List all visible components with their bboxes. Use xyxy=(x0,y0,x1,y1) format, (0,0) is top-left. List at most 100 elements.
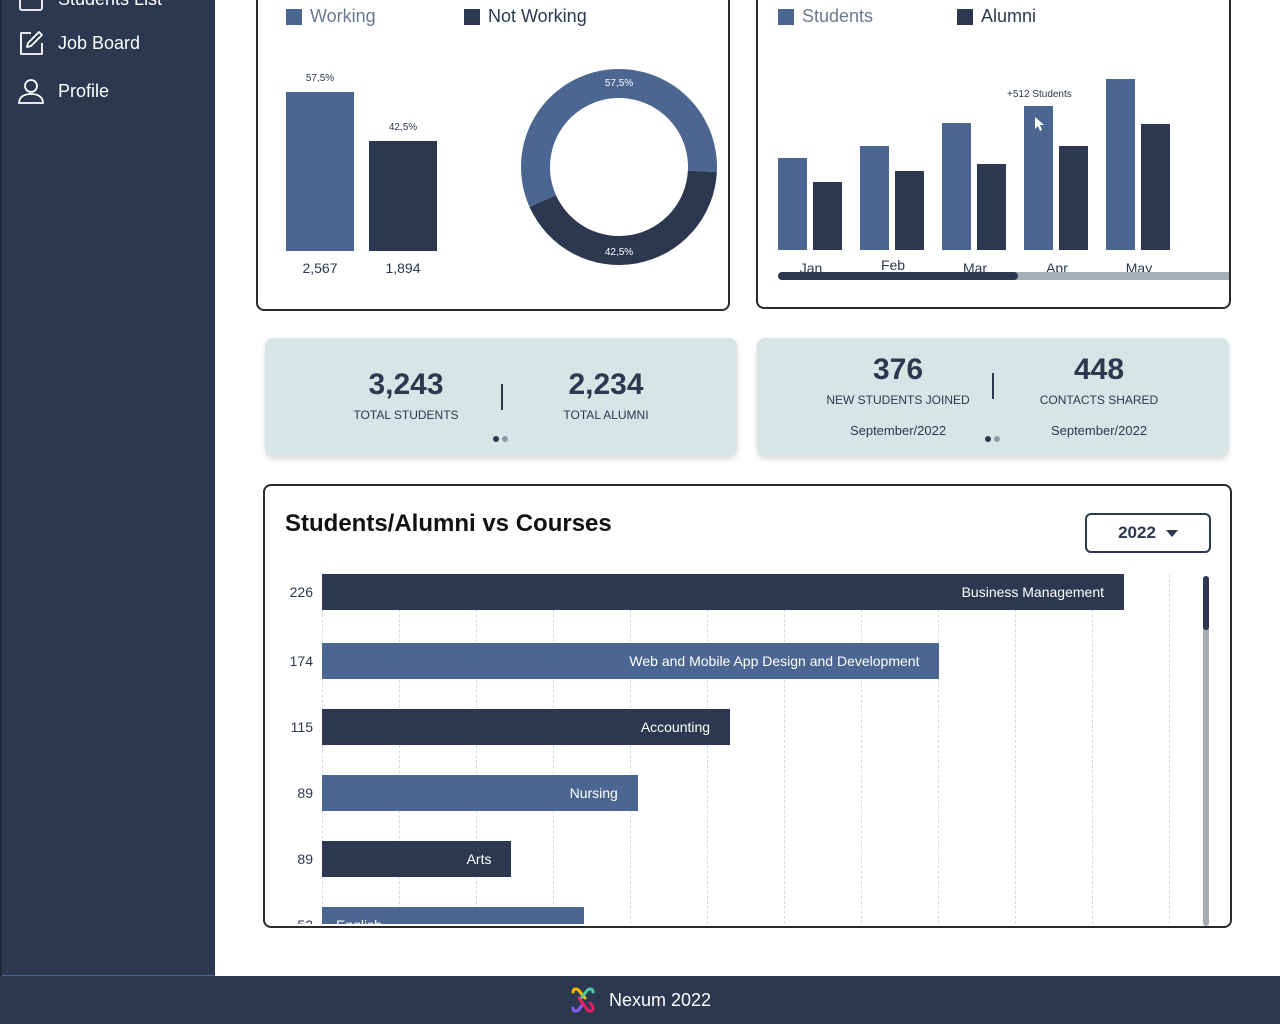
list-icon xyxy=(19,0,43,11)
courses-title: Students/Alumni vs Courses xyxy=(285,510,612,537)
user-icon xyxy=(18,79,44,104)
course-bar[interactable]: English xyxy=(322,907,585,924)
nexum-logo-icon xyxy=(571,987,595,1013)
gridline xyxy=(553,574,554,924)
bar-alumni-mar[interactable] xyxy=(977,164,1006,250)
stat-divider xyxy=(501,384,503,410)
stat-value: 376 xyxy=(872,353,924,386)
stat-label: CONTACTS SHARED xyxy=(1039,393,1159,407)
legend-swatch xyxy=(957,8,973,25)
sidebar: Students List Job Board Profile xyxy=(0,0,215,976)
stats-card-totals: 3,243 TOTAL STUDENTS 2,234 TOTAL ALUMNI xyxy=(265,338,737,456)
stat-contacts-shared: 448 CONTACTS SHARED September/2022 xyxy=(999,353,1199,438)
stat-period: September/2022 xyxy=(1050,423,1148,438)
employment-card: Working Not Working 57,5% 2,567 42,5% 1,… xyxy=(256,0,730,311)
gridline xyxy=(1015,574,1016,924)
sidebar-item-label: Job Board xyxy=(58,32,141,53)
x-tick-label: Feb xyxy=(880,257,906,273)
legend-label: Alumni xyxy=(981,6,1037,26)
bar-students-feb[interactable] xyxy=(860,146,889,250)
carousel-dots xyxy=(985,436,1000,442)
horizontal-scrollbar[interactable] xyxy=(778,272,1229,280)
legend-label: Students xyxy=(802,6,874,26)
carousel-dot-1[interactable] xyxy=(493,436,499,442)
course-value-label: 115 xyxy=(290,719,313,735)
donut-label-not-working: 42,5% xyxy=(605,247,633,258)
legend-item-students: Students xyxy=(778,6,873,27)
legend-label: Working xyxy=(310,6,376,26)
bar-alumni-jan[interactable] xyxy=(813,182,842,250)
vertical-scrollbar[interactable] xyxy=(1203,576,1209,926)
year-select[interactable]: 2022 xyxy=(1085,513,1211,553)
stat-label: TOTAL STUDENTS xyxy=(353,408,459,422)
gridline xyxy=(861,574,862,924)
stat-label: NEW STUDENTS JOINED xyxy=(826,393,970,407)
sidebar-item-profile[interactable]: Profile xyxy=(18,78,109,104)
cursor-icon xyxy=(1035,117,1044,131)
sidebar-item-job-board[interactable]: Job Board xyxy=(18,30,140,56)
stat-value: 448 xyxy=(1073,353,1125,386)
legend-label: Not Working xyxy=(488,6,587,26)
course-bar[interactable]: Arts xyxy=(322,841,512,877)
carousel-dots xyxy=(493,436,508,442)
stat-value: 2,234 xyxy=(568,368,644,401)
legend-swatch xyxy=(778,8,794,25)
bar-working[interactable] xyxy=(286,92,354,251)
bar-students-jan[interactable] xyxy=(778,158,807,250)
donut-chart: 57,5% 42,5% xyxy=(521,69,717,265)
sidebar-item-students-list[interactable]: Students List xyxy=(18,0,162,12)
bar-tooltip: +512 Students xyxy=(1007,89,1072,100)
gridline xyxy=(630,574,631,924)
legend-item-not-working: Not Working xyxy=(464,6,587,27)
bar-students-may[interactable] xyxy=(1106,79,1135,250)
stat-period: September/2022 xyxy=(849,423,947,438)
legend-item-alumni: Alumni xyxy=(957,6,1036,27)
stat-total-alumni: 2,234 TOTAL ALUMNI xyxy=(506,368,706,422)
year-select-value: 2022 xyxy=(1118,523,1156,542)
bar-not-working[interactable] xyxy=(369,141,437,251)
app-root: Students List Job Board Profile Working … xyxy=(0,0,1280,1024)
bar-value-label: 2,567 xyxy=(302,260,338,276)
stats-card-monthly: 376 NEW STUDENTS JOINED September/2022 4… xyxy=(757,338,1229,456)
course-value-label: 226 xyxy=(289,584,313,600)
monthly-card: Students Alumni Jan Feb Mar Apr May +512 Stu… xyxy=(756,0,1231,309)
stat-value: 3,243 xyxy=(368,368,444,401)
carousel-dot-2[interactable] xyxy=(502,436,508,442)
scrollbar-thumb[interactable] xyxy=(1203,576,1209,630)
bar-students-mar[interactable] xyxy=(942,123,971,250)
edit-icon xyxy=(20,31,43,55)
carousel-dot-2[interactable] xyxy=(994,436,1000,442)
caret-down-icon xyxy=(1165,529,1178,537)
bar-data-label: 42,5% xyxy=(388,122,418,133)
legend-swatch xyxy=(464,8,480,25)
stat-label: TOTAL ALUMNI xyxy=(563,408,649,422)
legend-item-working: Working xyxy=(286,6,376,27)
course-bar[interactable]: Accounting xyxy=(322,709,731,745)
bar-data-label: 57,5% xyxy=(305,73,335,84)
legend-swatch xyxy=(286,8,302,25)
donut-label-working: 57,5% xyxy=(605,78,633,89)
course-value-label: 52 xyxy=(273,917,313,924)
bar-alumni-may[interactable] xyxy=(1141,124,1170,250)
gridline xyxy=(938,574,939,924)
bar-alumni-apr[interactable] xyxy=(1059,146,1088,250)
courses-card: Students/Alumni vs Courses 2022 Business… xyxy=(263,484,1232,928)
footer-brand: Nexum 2022 xyxy=(608,989,712,1010)
scrollbar-thumb[interactable] xyxy=(778,272,1019,280)
footer: Nexum 2022 xyxy=(0,976,1280,1024)
gridline xyxy=(784,574,785,924)
gridline xyxy=(1169,574,1170,924)
bar-value-label: 1,894 xyxy=(385,260,421,276)
bar-alumni-feb[interactable] xyxy=(895,171,924,250)
sidebar-item-label: Profile xyxy=(58,80,110,101)
courses-bar-chart: Business Management 226 Web and Mobile App… xyxy=(265,574,1205,924)
course-bar[interactable]: Web and Mobile App Design and Developmen… xyxy=(322,643,940,679)
stat-divider xyxy=(992,373,994,399)
sidebar-item-label: Students List xyxy=(58,0,162,10)
course-value-label: 89 xyxy=(297,851,313,867)
course-bar[interactable]: Business Management xyxy=(322,574,1124,610)
stat-total-students: 3,243 TOTAL STUDENTS xyxy=(306,368,506,422)
carousel-dot-1[interactable] xyxy=(985,436,991,442)
course-value-label: 174 xyxy=(289,653,313,669)
course-bar[interactable]: Nursing xyxy=(322,775,638,811)
